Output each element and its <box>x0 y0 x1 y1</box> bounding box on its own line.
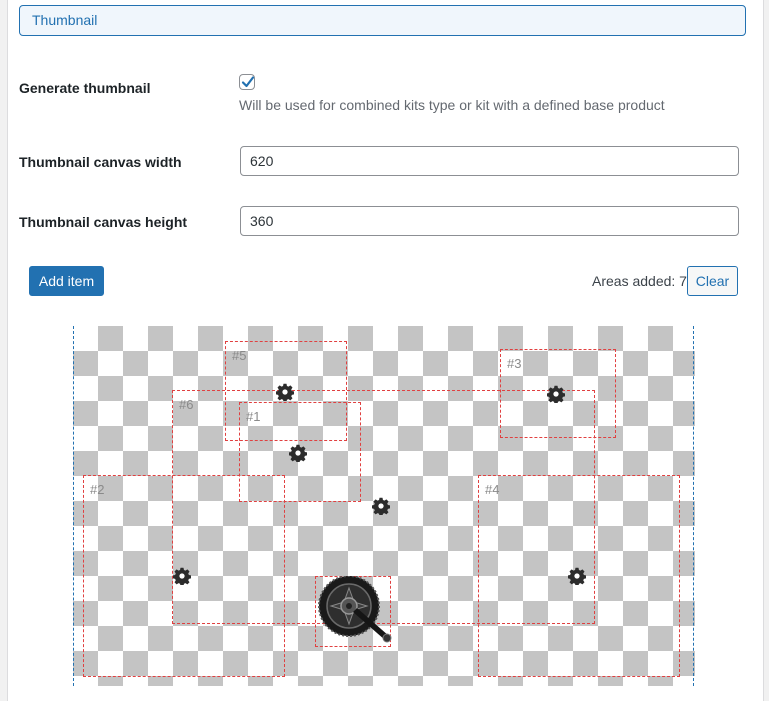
area-label: #6 <box>179 397 194 412</box>
areas-added-count: Areas added: 7 <box>592 273 687 289</box>
gear-icon[interactable] <box>289 444 307 462</box>
canvas-width-input[interactable]: 620 <box>240 146 739 176</box>
canvas-height-label: Thumbnail canvas height <box>19 214 188 230</box>
checkmark-icon <box>241 76 255 88</box>
generate-thumbnail-label: Generate thumbnail <box>19 80 151 96</box>
area-label: #4 <box>485 482 500 497</box>
canvas-right-guide <box>693 326 694 686</box>
thumbnail-section-header[interactable]: Thumbnail <box>19 5 746 36</box>
canvas-height-input[interactable]: 360 <box>240 206 739 236</box>
crankset-image[interactable] <box>315 576 395 648</box>
generate-thumbnail-checkbox[interactable] <box>239 74 255 90</box>
gear-icon[interactable] <box>568 567 586 585</box>
gear-icon[interactable] <box>276 383 294 401</box>
add-item-button[interactable]: Add item <box>29 266 104 296</box>
clear-button[interactable]: Clear <box>687 266 738 296</box>
area-label: #2 <box>90 482 105 497</box>
canvas-width-label: Thumbnail canvas width <box>19 154 182 170</box>
area-label: #5 <box>232 348 247 363</box>
canvas-left-guide <box>73 326 74 686</box>
generate-thumbnail-help: Will be used for combined kits type or k… <box>239 97 665 113</box>
gear-icon[interactable] <box>547 385 565 403</box>
gear-icon[interactable] <box>372 497 390 515</box>
thumbnail-canvas: #5 #6 #1 #3 #2 #4 <box>73 326 695 686</box>
gear-icon[interactable] <box>173 567 191 585</box>
area-label: #1 <box>246 409 261 424</box>
area-label: #3 <box>507 356 522 371</box>
